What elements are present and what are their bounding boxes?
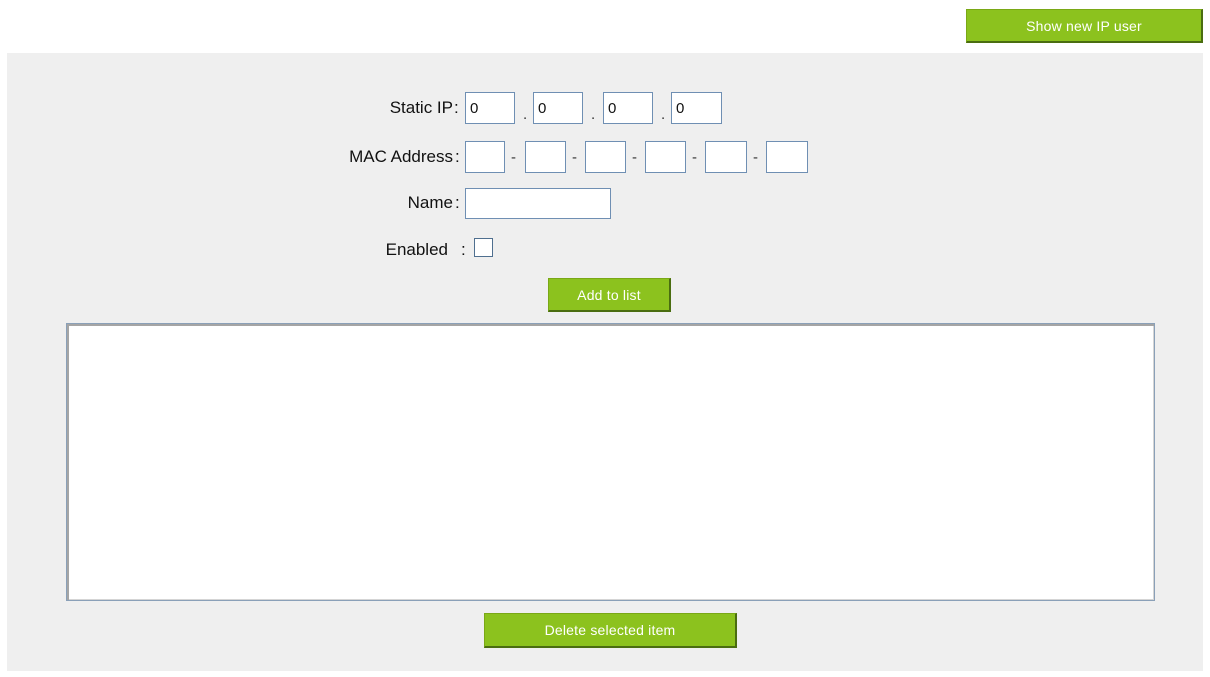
enabled-colon: : (461, 240, 466, 259)
mac-part-1[interactable] (465, 141, 505, 173)
static-ip-octet-1[interactable] (465, 92, 515, 124)
name-input[interactable] (465, 188, 611, 219)
mac-address-colon: : (455, 147, 460, 166)
static-ip-label: Static IP (389, 98, 453, 117)
mac-part-3[interactable] (585, 141, 626, 173)
static-ip-octet-3[interactable] (603, 92, 653, 124)
static-ip-dot-2: . (591, 106, 596, 123)
static-ip-octet-2[interactable] (533, 92, 583, 124)
mac-dash-1: - (511, 149, 516, 166)
mac-dash-4: - (692, 149, 697, 166)
mac-part-4[interactable] (645, 141, 686, 173)
static-ip-dot-1: . (523, 106, 528, 123)
static-ip-colon: : (454, 98, 459, 117)
enabled-label: Enabled (385, 240, 448, 259)
static-ip-dot-3: . (661, 106, 666, 123)
enabled-checkbox[interactable] (474, 238, 493, 257)
mac-part-2[interactable] (525, 141, 566, 173)
add-to-list-button[interactable]: Add to list (548, 278, 671, 312)
mac-dash-3: - (632, 149, 637, 166)
mac-part-5[interactable] (705, 141, 747, 173)
mac-dash-2: - (572, 149, 577, 166)
mac-address-label: MAC Address (349, 147, 453, 166)
show-new-ip-user-button[interactable]: Show new IP user (966, 9, 1203, 43)
mac-dash-5: - (753, 149, 758, 166)
name-colon: : (455, 193, 460, 212)
name-label: Name (407, 193, 453, 212)
static-ip-octet-4[interactable] (671, 92, 722, 124)
user-list[interactable] (66, 323, 1155, 601)
mac-part-6[interactable] (766, 141, 808, 173)
delete-selected-item-button[interactable]: Delete selected item (484, 613, 737, 648)
